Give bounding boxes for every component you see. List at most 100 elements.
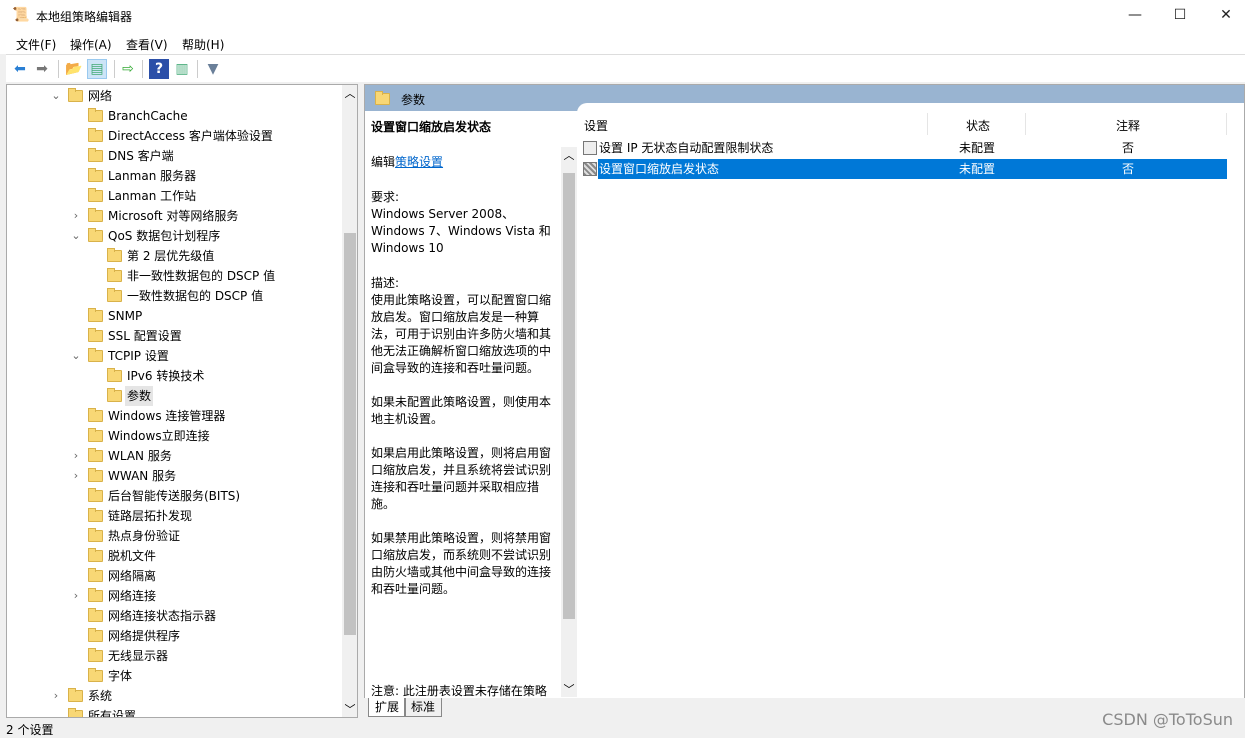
desc-note: 注意: 此注册表设置未存储在策略 <box>371 684 547 697</box>
chevron-right-icon[interactable]: › <box>71 206 81 226</box>
chevron-down-icon[interactable]: ⌄ <box>51 86 61 106</box>
chevron-right-icon[interactable]: › <box>71 446 81 466</box>
description-scrollbar[interactable]: ︿ ﹀ <box>561 147 577 697</box>
folder-icon <box>107 388 122 402</box>
tree-item[interactable]: ⌄ QoS 数据包计划程序 <box>7 226 343 246</box>
show-hide-tree-icon[interactable]: ▤ <box>87 59 107 79</box>
tree-item[interactable]: 非一致性数据包的 DSCP 值 <box>7 266 343 286</box>
tree-item[interactable]: 所有设置 <box>7 706 343 718</box>
tree-item[interactable]: Lanman 工作站 <box>7 186 343 206</box>
tree-item[interactable]: DirectAccess 客户端体验设置 <box>7 126 343 146</box>
tree-item[interactable]: 字体 <box>7 666 343 686</box>
tree-item-label: Windows立即连接 <box>108 429 210 443</box>
tree-item-label: 链路层拓扑发现 <box>108 509 193 523</box>
forward-icon[interactable]: ➡ <box>32 59 52 79</box>
tree-item[interactable]: › WWAN 服务 <box>7 466 343 486</box>
table-row-selected[interactable]: 设置窗口缩放启发状态 未配置 否 <box>581 159 1227 179</box>
edit-policy-link[interactable]: 策略设置 <box>395 155 443 169</box>
tree-item-label: 一致性数据包的 DSCP 值 <box>127 289 264 303</box>
tree-item[interactable]: BranchCache <box>7 106 343 126</box>
scroll-up-icon[interactable]: ︿ <box>342 85 357 101</box>
help-icon[interactable]: ? <box>149 59 169 79</box>
tree-item-label: 网络连接状态指示器 <box>108 609 217 623</box>
tree-item[interactable]: Windows 连接管理器 <box>7 406 343 426</box>
scroll-up-icon[interactable]: ︿ <box>561 147 577 163</box>
toolbar: ⬅ ➡ 📂 ▤ ⇨ ? ▥ ▼ <box>6 54 1245 82</box>
desc-paragraph: 如果未配置此策略设置，则使用本地主机设置。 <box>371 395 552 426</box>
tree-item[interactable]: 网络提供程序 <box>7 626 343 646</box>
tree-item-label: 字体 <box>108 669 133 683</box>
tree-item-label: Lanman 服务器 <box>108 169 197 183</box>
minimize-button[interactable]: — <box>1112 0 1158 30</box>
maximize-button[interactable]: ☐ <box>1157 0 1203 30</box>
show-action-pane-icon[interactable]: ▥ <box>172 59 192 79</box>
folder-icon <box>88 608 103 622</box>
chevron-down-icon[interactable]: ⌄ <box>71 226 81 246</box>
menu-view[interactable]: 查看(V) <box>126 36 168 53</box>
tree-item[interactable]: Lanman 服务器 <box>7 166 343 186</box>
setting-name: 设置 IP 无状态自动配置限制状态 <box>599 141 774 155</box>
tree-item-label: 脱机文件 <box>108 549 157 563</box>
chevron-right-icon[interactable]: › <box>71 466 81 486</box>
tree-item-label: 参数 <box>125 386 154 406</box>
tree-item[interactable]: › 网络连接 <box>7 586 343 606</box>
tab-extended[interactable]: 扩展 <box>368 698 407 717</box>
tree-item[interactable]: 第 2 层优先级值 <box>7 246 343 266</box>
tree-item[interactable]: 后台智能传送服务(BITS) <box>7 486 343 506</box>
table-row[interactable]: 设置 IP 无状态自动配置限制状态 未配置 否 <box>581 138 1227 158</box>
setting-state: 未配置 <box>959 162 996 176</box>
tree-item[interactable]: DNS 客户端 <box>7 146 343 166</box>
tree-item[interactable]: IPv6 转换技术 <box>7 366 343 386</box>
menu-action[interactable]: 操作(A) <box>70 36 112 53</box>
tab-standard[interactable]: 标准 <box>404 698 443 717</box>
folder-icon <box>88 428 103 442</box>
tree-item[interactable]: ⌄ TCPIP 设置 <box>7 346 343 366</box>
back-icon[interactable]: ⬅ <box>10 59 30 79</box>
tree-item[interactable]: 一致性数据包的 DSCP 值 <box>7 286 343 306</box>
tree-item-label: QoS 数据包计划程序 <box>108 229 221 243</box>
navigation-tree: ⌄ 网络 BranchCache DirectAccess 客户端体验设置 DNS 客户… <box>6 84 358 718</box>
tree-item[interactable]: › 系统 <box>7 686 343 706</box>
tree-scrollbar[interactable]: ︿ ﹀ <box>342 85 357 717</box>
up-folder-icon[interactable]: 📂 <box>64 59 84 79</box>
setting-state: 未配置 <box>959 141 996 155</box>
tree-item[interactable]: 网络连接状态指示器 <box>7 606 343 626</box>
column-header-comment[interactable]: 注释 <box>1116 117 1140 134</box>
folder-icon <box>88 668 103 682</box>
tree-item[interactable]: › Microsoft 对等网络服务 <box>7 206 343 226</box>
column-header-setting[interactable]: 设置 <box>584 117 608 134</box>
tree-item[interactable]: 无线显示器 <box>7 646 343 666</box>
tree-item-label: Windows 连接管理器 <box>108 409 226 423</box>
export-list-icon[interactable]: ⇨ <box>118 59 138 79</box>
menu-file[interactable]: 文件(F) <box>16 36 56 53</box>
tree-item-label: 所有设置 <box>88 709 137 718</box>
menu-help[interactable]: 帮助(H) <box>182 36 224 53</box>
desc-title: 设置窗口缩放启发状态 <box>371 120 492 134</box>
tree-item[interactable]: Windows立即连接 <box>7 426 343 446</box>
folder-icon <box>88 628 103 642</box>
tree-item[interactable]: › WLAN 服务 <box>7 446 343 466</box>
close-button[interactable]: ✕ <box>1203 0 1245 30</box>
scroll-thumb[interactable] <box>344 233 356 635</box>
column-header-state[interactable]: 状态 <box>966 117 990 134</box>
scroll-thumb[interactable] <box>563 173 575 619</box>
scroll-down-icon[interactable]: ﹀ <box>561 681 577 697</box>
tree-item[interactable]: 脱机文件 <box>7 546 343 566</box>
chevron-right-icon[interactable]: › <box>71 586 81 606</box>
folder-icon <box>88 208 103 222</box>
tree-item[interactable]: SNMP <box>7 306 343 326</box>
folder-icon <box>88 648 103 662</box>
folder-icon <box>68 88 83 102</box>
tree-item[interactable]: 链路层拓扑发现 <box>7 506 343 526</box>
chevron-down-icon[interactable]: ⌄ <box>71 346 81 366</box>
tree-item[interactable]: 参数 <box>7 386 343 406</box>
tree-item[interactable]: ⌄ 网络 <box>7 86 343 106</box>
filter-icon[interactable]: ▼ <box>203 59 223 79</box>
tree-item[interactable]: 网络隔离 <box>7 566 343 586</box>
scroll-down-icon[interactable]: ﹀ <box>342 701 357 717</box>
desc-paragraph: 如果禁用此策略设置，则将禁用窗口缩放启发，而系统则不尝试识别由防火墙或其他中间盒… <box>371 531 552 596</box>
details-pane: 参数 设置窗口缩放启发状态 编辑策略设置 要求: Windows Server … <box>364 84 1245 718</box>
chevron-right-icon[interactable]: › <box>51 686 61 706</box>
tree-item[interactable]: SSL 配置设置 <box>7 326 343 346</box>
tree-item[interactable]: 热点身份验证 <box>7 526 343 546</box>
